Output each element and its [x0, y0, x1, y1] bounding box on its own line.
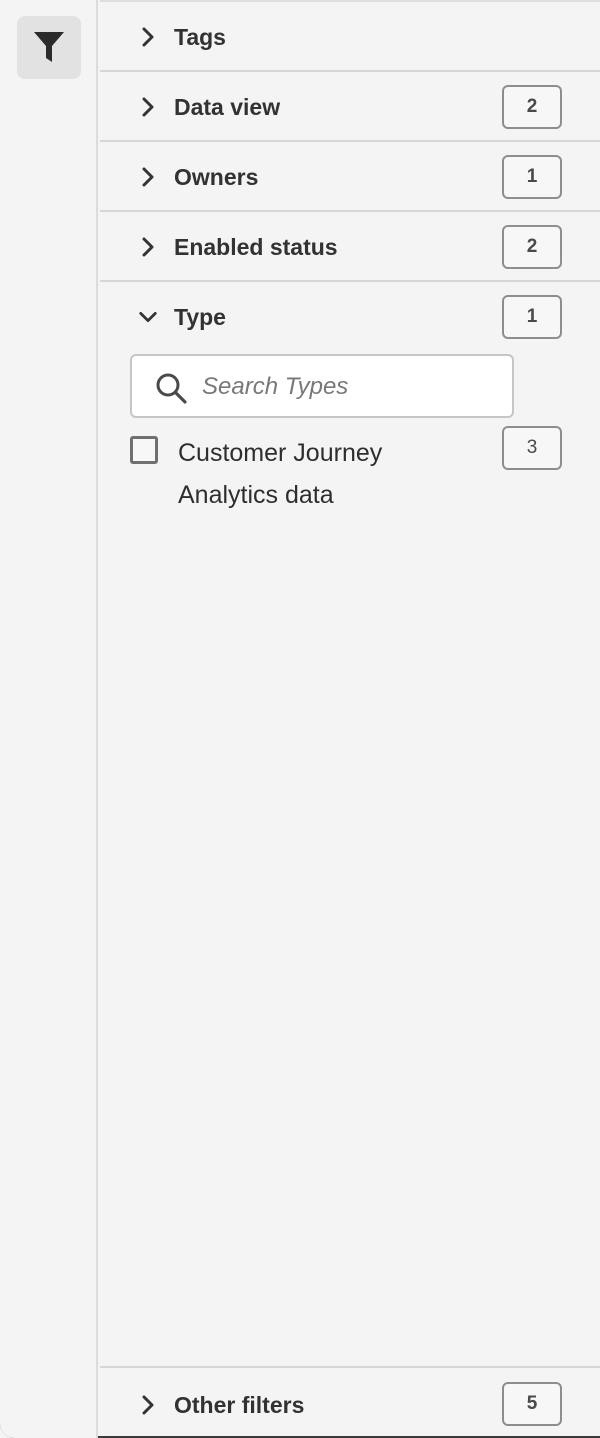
count-badge: 2: [502, 85, 562, 129]
type-option-label[interactable]: Customer Journey Analytics data: [178, 432, 438, 516]
filter-toggle-button[interactable]: [17, 16, 81, 79]
section-type-header[interactable]: Type 1: [100, 282, 600, 352]
section-label: Data view: [174, 94, 281, 120]
type-option-checkbox[interactable]: [130, 436, 158, 464]
type-option-item: Customer Journey Analytics data 3: [130, 426, 562, 516]
section-type: Type 1 Customer Journey Analytics data 3: [100, 282, 600, 1366]
section-data-view[interactable]: Data view 2: [100, 72, 600, 142]
count-badge: 1: [502, 295, 562, 339]
section-label: Type: [174, 304, 226, 330]
section-label: Other filters: [174, 1392, 305, 1418]
chevron-down-icon: [138, 306, 158, 328]
section-tags[interactable]: Tags: [100, 2, 600, 72]
count-badge: 5: [502, 1382, 562, 1426]
filters-panel-root: Tags Data view 2 Owners 1 Enabled status…: [0, 0, 600, 1438]
section-label: Tags: [174, 24, 226, 50]
section-enabled-status[interactable]: Enabled status 2: [100, 212, 600, 282]
search-types-input[interactable]: [200, 366, 504, 408]
section-owners[interactable]: Owners 1: [100, 142, 600, 212]
option-count-badge: 3: [502, 426, 562, 470]
chevron-right-icon: [138, 26, 158, 48]
section-other-filters[interactable]: Other filters 5: [100, 1366, 600, 1438]
search-types-field: [130, 354, 514, 418]
search-icon: [156, 373, 187, 404]
chevron-right-icon: [138, 236, 158, 258]
chevron-right-icon: [138, 96, 158, 118]
count-badge: 2: [502, 225, 562, 269]
section-label: Owners: [174, 164, 259, 190]
chevron-right-icon: [138, 1394, 158, 1416]
chevron-right-icon: [138, 166, 158, 188]
count-badge: 1: [502, 155, 562, 199]
filter-icon: [34, 31, 64, 62]
filter-sections-panel: Tags Data view 2 Owners 1 Enabled status…: [100, 0, 600, 1438]
section-label: Enabled status: [174, 234, 338, 260]
filter-rail: [0, 0, 98, 1438]
